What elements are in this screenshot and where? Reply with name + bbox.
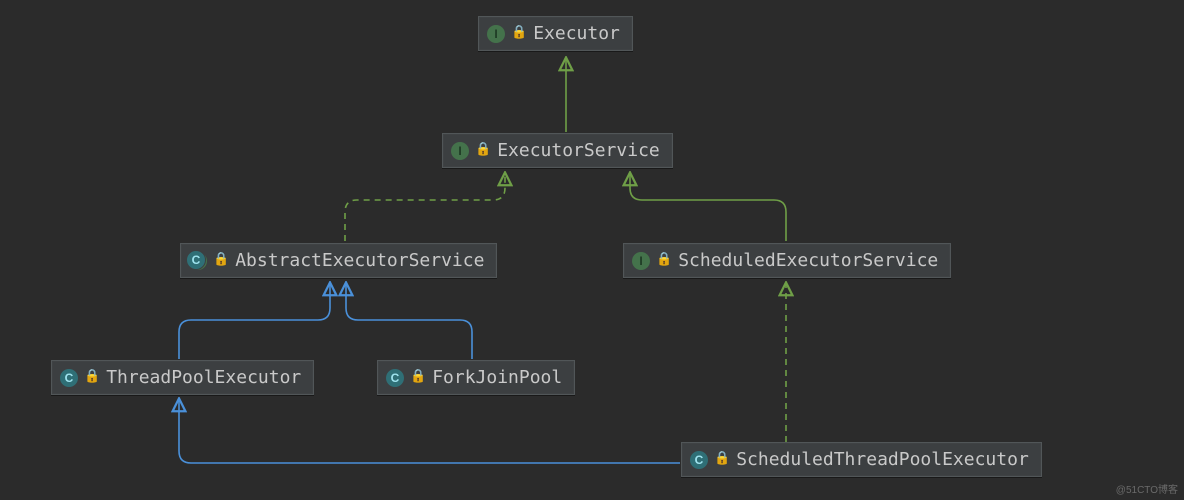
lock-icon: 🔒 <box>475 142 491 157</box>
node-executor[interactable]: I 🔒 Executor <box>478 16 633 51</box>
node-label: AbstractExecutorService <box>235 250 484 271</box>
class-icon: C <box>386 369 404 387</box>
lock-icon: 🔒 <box>656 252 672 267</box>
interface-icon: I <box>487 25 505 43</box>
node-scheduled-executor-service[interactable]: I 🔒 ScheduledExecutorService <box>623 243 951 278</box>
interface-icon: I <box>451 142 469 160</box>
class-icon: C <box>690 451 708 469</box>
lock-icon: 🔒 <box>84 369 100 384</box>
node-scheduled-thread-pool-executor[interactable]: C 🔒 ScheduledThreadPoolExecutor <box>681 442 1042 477</box>
node-label: Executor <box>533 23 620 44</box>
node-label: ScheduledThreadPoolExecutor <box>736 449 1029 470</box>
diagram-edges <box>0 0 1184 500</box>
edge-tpe-abstract <box>179 284 330 359</box>
edge-fjp-abstract <box>346 284 472 359</box>
edge-scheduled-executorService <box>630 174 786 241</box>
abstract-class-icon: I C <box>189 252 207 270</box>
node-label: ExecutorService <box>497 140 660 161</box>
node-label: ScheduledExecutorService <box>678 250 938 271</box>
node-abstract-executor-service[interactable]: I C 🔒 AbstractExecutorService <box>180 243 497 278</box>
lock-icon: 🔒 <box>714 451 730 466</box>
watermark: @51CTO博客 <box>1116 481 1178 496</box>
edge-abstract-executorService <box>345 174 505 241</box>
lock-icon: 🔒 <box>213 252 229 267</box>
edge-stpe-tpe <box>179 400 680 463</box>
lock-icon: 🔒 <box>410 369 426 384</box>
node-label: ForkJoinPool <box>432 367 562 388</box>
class-icon: C <box>60 369 78 387</box>
node-label: ThreadPoolExecutor <box>106 367 301 388</box>
interface-icon: I <box>632 252 650 270</box>
node-executor-service[interactable]: I 🔒 ExecutorService <box>442 133 673 168</box>
node-fork-join-pool[interactable]: C 🔒 ForkJoinPool <box>377 360 575 395</box>
node-thread-pool-executor[interactable]: C 🔒 ThreadPoolExecutor <box>51 360 314 395</box>
lock-icon: 🔒 <box>511 25 527 40</box>
